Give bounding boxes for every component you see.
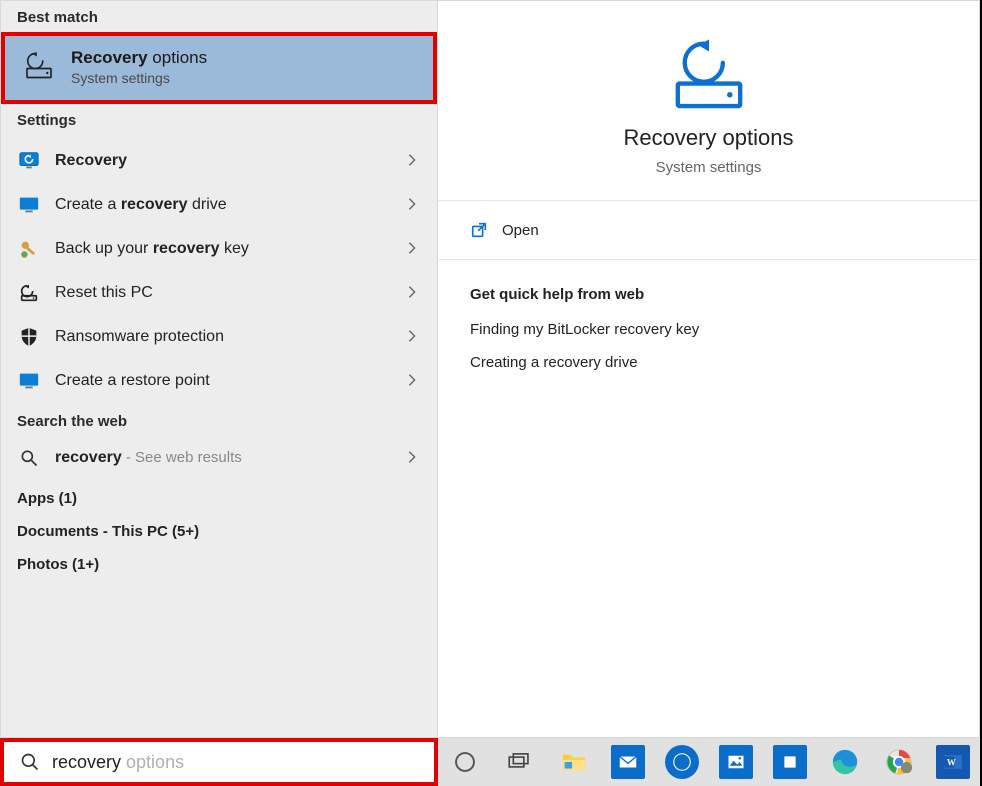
key-icon [17,237,41,261]
monitor-icon [17,369,41,393]
reset-pc-icon [17,281,41,305]
photos-icon[interactable] [717,742,755,782]
chevron-right-icon [405,329,421,345]
search-icon [20,752,40,772]
section-header-best-match: Best match [1,1,437,32]
help-section: Get quick help from web Finding my BitLo… [438,260,979,413]
web-search-recovery[interactable]: recovery - See web results [1,436,437,480]
settings-item-create-restore-point[interactable]: Create a restore point [1,359,437,403]
help-link-bitlocker[interactable]: Finding my BitLocker recovery key [470,321,947,338]
settings-item-label: Create a recovery drive [55,196,391,214]
best-match-text: Recovery options System settings [71,48,207,86]
app-tile-icon[interactable] [771,742,809,782]
edge-icon[interactable] [825,742,863,782]
recovery-drive-large-icon [664,35,754,113]
search-text: recovery options [52,752,184,773]
open-external-icon [470,221,488,239]
settings-item-backup-recovery-key[interactable]: Back up your recovery key [1,227,437,271]
settings-item-reset-pc[interactable]: Reset this PC [1,271,437,315]
settings-item-label: Create a restore point [55,372,391,390]
chevron-right-icon [405,285,421,301]
chevron-right-icon [405,373,421,389]
help-link-recovery-drive[interactable]: Creating a recovery drive [470,354,947,371]
settings-item-label: Back up your recovery key [55,240,391,258]
open-action[interactable]: Open [438,201,979,260]
section-header-settings: Settings [1,104,437,135]
chevron-right-icon [405,241,421,257]
dell-icon[interactable] [663,742,701,782]
chrome-icon[interactable] [880,742,918,782]
svg-text:W: W [947,757,956,767]
detail-subtitle: System settings [656,159,762,176]
monitor-icon [17,193,41,217]
help-header: Get quick help from web [470,286,947,303]
recovery-settings-icon [17,149,41,173]
taskbar: W [438,738,980,786]
section-header-search-web: Search the web [1,405,437,436]
web-search-label: recovery - See web results [55,449,391,467]
cortana-icon[interactable] [446,742,484,782]
recovery-drive-icon [21,49,57,85]
settings-item-label: Ransomware protection [55,328,391,346]
settings-item-recovery[interactable]: Recovery [1,139,437,183]
category-photos[interactable]: Photos (1+) [1,548,437,581]
detail-hero: Recovery options System settings [438,1,979,201]
settings-results-list: Recovery Create a recovery drive Back up… [1,135,437,405]
chevron-right-icon [405,153,421,169]
open-action-label: Open [502,222,539,239]
taskbar-search-box[interactable]: recovery options [0,738,438,786]
settings-item-ransomware-protection[interactable]: Ransomware protection [1,315,437,359]
category-documents[interactable]: Documents - This PC (5+) [1,515,437,548]
category-list: Apps (1) Documents - This PC (5+) Photos… [1,480,437,585]
settings-item-label: Reset this PC [55,284,391,302]
detail-title: Recovery options [624,125,794,151]
chevron-right-icon [405,197,421,213]
search-icon [17,446,41,470]
best-match-recovery-options[interactable]: Recovery options System settings [1,32,437,104]
word-icon[interactable]: W [934,742,972,782]
best-match-title: Recovery options [71,48,207,68]
mail-icon[interactable] [609,742,647,782]
settings-item-create-recovery-drive[interactable]: Create a recovery drive [1,183,437,227]
task-view-icon[interactable] [500,742,538,782]
file-explorer-icon[interactable] [554,742,592,782]
category-apps[interactable]: Apps (1) [1,482,437,515]
shield-icon [17,325,41,349]
search-results-panel: Best match Recovery options System setti… [0,0,438,738]
settings-item-label: Recovery [55,152,391,170]
chevron-right-icon [405,450,421,466]
detail-panel: Recovery options System settings Open Ge… [438,0,980,738]
best-match-subtitle: System settings [71,70,207,86]
